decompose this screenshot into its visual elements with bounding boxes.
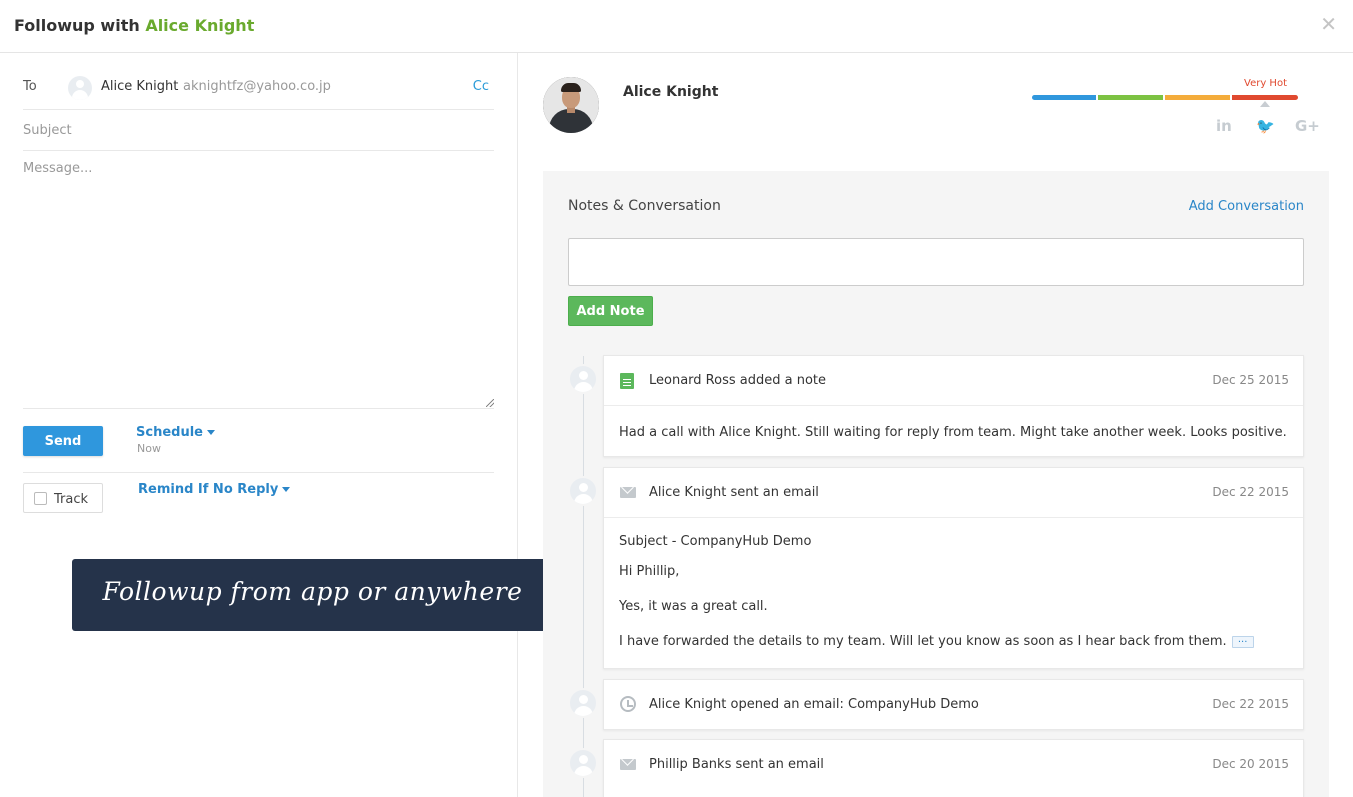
temperature-label: Very Hot: [1244, 78, 1287, 89]
linkedin-icon[interactable]: in: [1216, 117, 1232, 135]
close-icon[interactable]: ✕: [1320, 12, 1337, 36]
timeline-item: Alice Knight sent an email Dec 22 2015 S…: [603, 467, 1304, 669]
track-toggle[interactable]: Track: [23, 483, 103, 513]
title-prefix: Followup with: [14, 16, 140, 35]
compose-panel: To Alice Knight aknightfz@yahoo.co.jp Cc…: [0, 53, 518, 797]
schedule-label: Schedule: [136, 425, 203, 440]
timeline-item-date: Dec 22 2015: [1212, 485, 1289, 499]
temperature-pointer-icon: [1260, 101, 1270, 107]
timeline-item-body: Had a call with Alice Knight. Still wait…: [604, 406, 1303, 440]
timeline-line: [583, 356, 584, 797]
title-contact-name: Alice Knight: [145, 16, 255, 35]
modal-title: Followup with Alice Knight: [14, 16, 254, 35]
remind-dropdown[interactable]: Remind If No Reply: [138, 482, 291, 497]
contact-photo: [543, 77, 599, 133]
email-icon: [620, 487, 636, 498]
timeline-item-header[interactable]: Alice Knight opened an email: CompanyHub…: [604, 680, 1303, 730]
modal-header: Followup with Alice Knight ✕: [0, 0, 1353, 53]
recipient-name[interactable]: Alice Knight: [101, 79, 178, 94]
expand-more-button[interactable]: ...: [1231, 634, 1254, 648]
timeline-avatar: [568, 688, 598, 718]
schedule-dropdown[interactable]: Schedule: [136, 425, 215, 440]
subject-row[interactable]: Subject: [23, 110, 494, 151]
add-conversation-link[interactable]: Add Conversation: [1189, 199, 1304, 214]
temperature-seg-cold: [1032, 95, 1096, 100]
add-note-button[interactable]: Add Note: [568, 296, 653, 326]
send-button[interactable]: Send: [23, 426, 103, 456]
timeline-item-date: Dec 20 2015: [1212, 757, 1289, 771]
timeline-item: Leonard Ross added a note Dec 25 2015 Ha…: [603, 355, 1304, 457]
notes-title: Notes & Conversation: [568, 198, 721, 214]
timeline-item-header[interactable]: Leonard Ross added a note Dec 25 2015: [604, 356, 1303, 406]
chevron-down-icon: [206, 430, 215, 435]
track-checkbox[interactable]: [34, 492, 47, 505]
email-icon: [620, 759, 636, 770]
promo-banner: Followup from app or anywhere: [72, 559, 553, 631]
timeline-item-title: Phillip Banks sent an email: [649, 757, 824, 772]
to-label: To: [23, 79, 37, 94]
email-line: I have forwarded the details to my team.…: [619, 634, 1288, 649]
google-plus-icon[interactable]: G+: [1295, 117, 1320, 135]
chevron-down-icon: [282, 487, 291, 492]
temperature-seg-hot: [1165, 95, 1230, 100]
timeline-item-header[interactable]: Phillip Banks sent an email Dec 20 2015: [604, 740, 1303, 790]
resize-grip-icon[interactable]: [486, 399, 494, 407]
cc-link[interactable]: Cc: [473, 79, 489, 94]
note-textarea[interactable]: [568, 238, 1304, 286]
temperature-seg-very-hot: [1232, 95, 1298, 100]
contact-panel: Alice Knight Very Hot in 🐦 G+ Notes & Co…: [519, 53, 1353, 797]
email-greeting: Hi Phillip,: [619, 564, 680, 579]
timeline-item: Alice Knight opened an email: CompanyHub…: [603, 679, 1304, 730]
timeline-item: Phillip Banks sent an email Dec 20 2015: [603, 739, 1304, 797]
divider: [23, 472, 494, 473]
email-line: Yes, it was a great call.: [619, 599, 768, 614]
notes-section: Notes & Conversation Add Conversation Ad…: [543, 171, 1329, 797]
timeline-avatar: [568, 364, 598, 394]
track-label: Track: [54, 492, 89, 507]
email-line-text: I have forwarded the details to my team.…: [619, 634, 1227, 649]
message-textarea[interactable]: [23, 151, 494, 409]
timeline-item-title: Alice Knight opened an email: CompanyHub…: [649, 697, 979, 712]
recipient-avatar: [68, 76, 92, 100]
to-row: To Alice Knight aknightfz@yahoo.co.jp Cc: [23, 53, 494, 110]
history-icon: [620, 696, 636, 712]
recipient-email: aknightfz@yahoo.co.jp: [183, 79, 331, 94]
timeline-item-text: Had a call with Alice Knight. Still wait…: [619, 425, 1287, 440]
banner-text: Followup from app or anywhere: [102, 577, 523, 606]
timeline-item-body: Subject - CompanyHub Demo Hi Phillip, Ye…: [604, 518, 1303, 649]
timeline-item-date: Dec 22 2015: [1212, 697, 1289, 711]
timeline-avatar: [568, 748, 598, 778]
twitter-icon[interactable]: 🐦: [1256, 117, 1275, 135]
timeline-item-header[interactable]: Alice Knight sent an email Dec 22 2015: [604, 468, 1303, 518]
email-subject: Subject - CompanyHub Demo: [619, 534, 812, 549]
timeline-item-title: Leonard Ross added a note: [649, 373, 826, 388]
timeline-item-date: Dec 25 2015: [1212, 373, 1289, 387]
timeline-avatar: [568, 476, 598, 506]
schedule-sub-label: Now: [137, 442, 161, 455]
note-icon: [620, 373, 634, 389]
temperature-bar: [1032, 95, 1298, 100]
temperature-seg-warm: [1098, 95, 1163, 100]
contact-name: Alice Knight: [623, 84, 719, 100]
subject-input[interactable]: Subject: [23, 123, 72, 138]
timeline-item-title: Alice Knight sent an email: [649, 485, 819, 500]
remind-label: Remind If No Reply: [138, 482, 279, 497]
